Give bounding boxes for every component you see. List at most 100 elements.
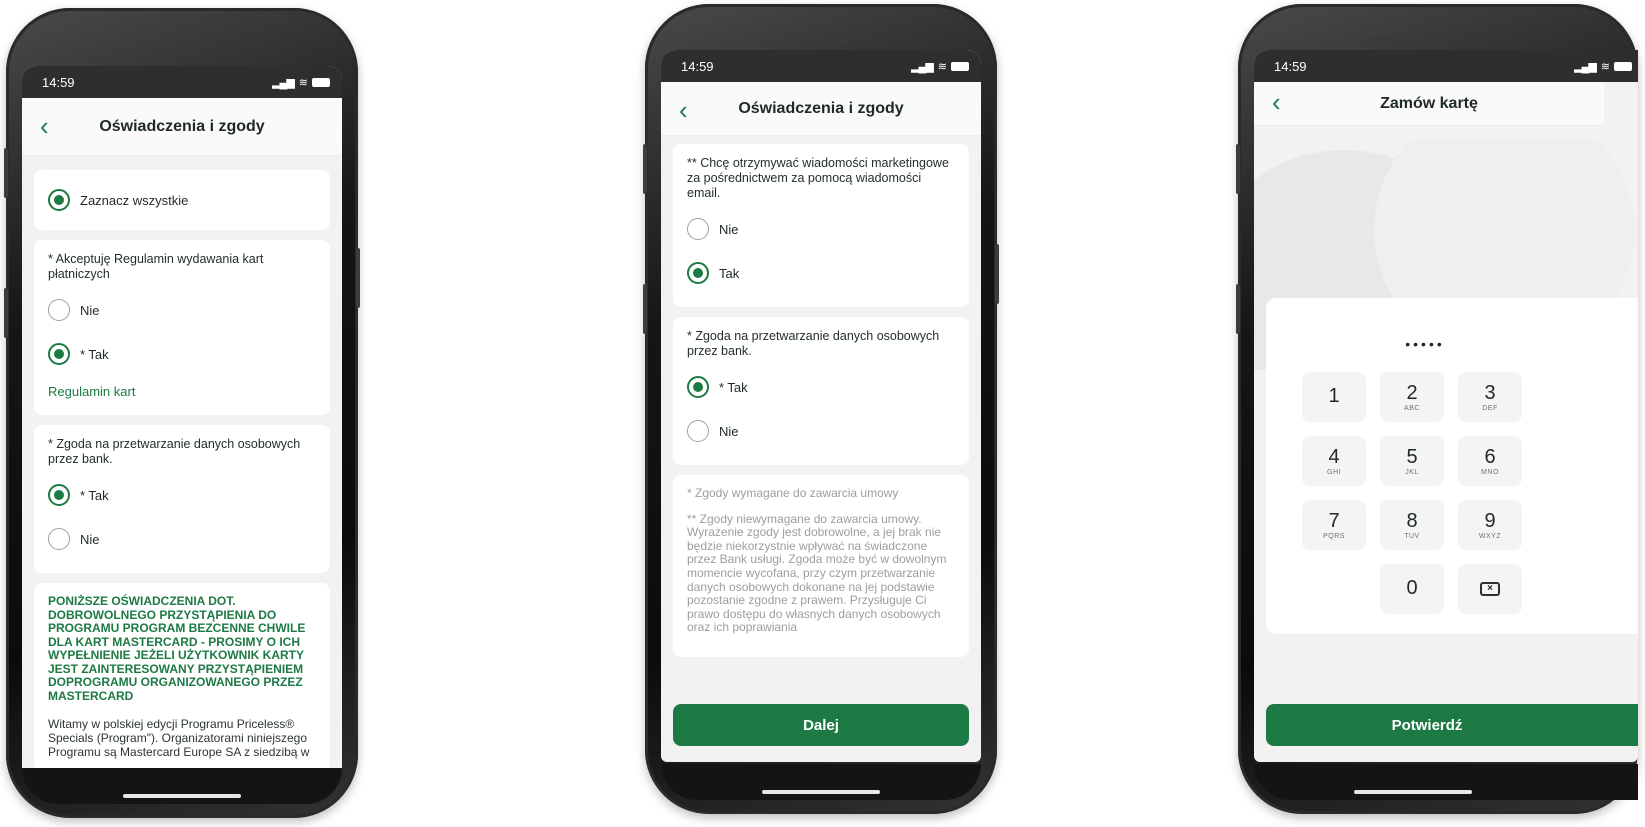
status-bar: 14:59 ▂▄▆ ≋ (1254, 50, 1638, 82)
signal-icon: ▂▄▆ (911, 60, 934, 73)
option-no[interactable]: Nie (48, 288, 316, 332)
signal-icon: ▂▄▆ (1574, 60, 1597, 73)
chevron-left-icon[interactable]: ‹ (679, 96, 688, 124)
option-label: Nie (80, 302, 100, 318)
option-yes[interactable]: * Tak (48, 473, 316, 517)
key-8[interactable]: 8 TUV (1380, 500, 1444, 550)
wifi-icon: ≋ (937, 60, 947, 73)
key-1[interactable]: 1 (1302, 372, 1366, 422)
screen: 14:59 ▂▄▆ ≋ ‹ Oświadczenia i zgody ** Chc… (661, 50, 981, 762)
nav-bar: ‹ Oświadczenia i zgody (22, 98, 342, 156)
page-title: Zamów kartę (1380, 94, 1478, 112)
data-processing-card: * Zgoda na przetwarzanie danych osobowyc… (673, 317, 969, 465)
option-no[interactable]: Nie (687, 207, 955, 251)
battery-icon (312, 77, 330, 87)
option-yes[interactable]: Tak (687, 251, 955, 295)
phone-chin (22, 768, 342, 804)
key-3[interactable]: 3 DEF (1458, 372, 1522, 422)
confirm-button[interactable]: Potwierdź (1266, 704, 1638, 746)
key-2[interactable]: 2 ABC (1380, 372, 1444, 422)
option-label: Tak (719, 265, 740, 281)
option-yes[interactable]: * Tak (48, 332, 316, 376)
chevron-left-icon[interactable]: ‹ (1272, 88, 1281, 116)
status-icons: ▂▄▆ ≋ (272, 76, 330, 89)
next-button[interactable]: Dalej (673, 704, 969, 746)
question-text: * Zgoda na przetwarzanie danych osobowyc… (687, 329, 940, 358)
wifi-icon: ≋ (1600, 60, 1610, 73)
question-text: * Akceptuję Regulamin wydawania kart pła… (48, 252, 264, 281)
radio-unchecked[interactable] (48, 528, 70, 550)
key-empty (1302, 564, 1366, 614)
side-button (356, 248, 360, 308)
radio-checked[interactable] (687, 376, 709, 398)
question-text: ** Chcę otrzymywać wiadomości marketingo… (687, 156, 949, 200)
wifi-icon: ≋ (298, 76, 308, 89)
speaker (1368, 38, 1422, 43)
home-indicator[interactable] (762, 790, 880, 794)
option-label: * Tak (80, 346, 109, 362)
signal-icon: ▂▄▆ (272, 76, 295, 89)
option-no[interactable]: Nie (48, 517, 316, 561)
page-title: Oświadczenia i zgody (99, 117, 265, 135)
radio-checked[interactable] (48, 484, 70, 506)
option-label: * Tak (719, 379, 748, 395)
consents-list: Zaznacz wszystkie * Akceptuję Regulamin … (22, 156, 342, 774)
home-indicator[interactable] (1354, 790, 1472, 794)
radio-unchecked[interactable] (48, 299, 70, 321)
phone-consents-2: 14:59 ▂▄▆ ≋ ‹ Oświadczenia i zgody ** Chc… (643, 4, 999, 814)
program-card: PONIŻSZE OŚWIADCZENIA DOT. DOBROWOLNEGO … (34, 583, 330, 771)
speaker (794, 38, 848, 43)
program-body: Witamy w polskiej edycji Programu Pricel… (48, 717, 310, 759)
key-9[interactable]: 9 WXYZ (1458, 500, 1522, 550)
pin-pad: ••••• 1 2 ABC 3 DEF 4 GHI 5 JKL 6 MNO 7 PQRS 8… (1266, 298, 1638, 634)
key-0[interactable]: 0 (1380, 564, 1444, 614)
backspace-icon: × (1480, 582, 1500, 596)
radio-checked[interactable] (48, 343, 70, 365)
phone-order-card-pin: 14:59 ▂▄▆ ≋ ‹ Zamów kartę ••••• 1 2 ABC 3D… (1236, 4, 1638, 814)
option-no[interactable]: Nie (687, 409, 955, 453)
page-title: Oświadczenia i zgody (738, 99, 904, 117)
select-all-card: Zaznacz wszystkie (34, 170, 330, 230)
nav-bar: ‹ Oświadczenia i zgody (661, 82, 981, 136)
notes-card: * Zgody wymagane do zawarcia umowy ** Zg… (673, 475, 969, 657)
chevron-left-icon[interactable]: ‹ (40, 112, 49, 140)
home-indicator[interactable] (123, 794, 241, 798)
status-bar: 14:59 ▂▄▆ ≋ (22, 66, 342, 98)
phone-chin (661, 764, 981, 800)
question-text: * Zgoda na przetwarzanie danych osobowyc… (48, 437, 301, 466)
side-button (1236, 144, 1240, 194)
data-processing-card: * Zgoda na przetwarzanie danych osobowyc… (34, 425, 330, 573)
required-note: * Zgody wymagane do zawarcia umowy (687, 486, 899, 500)
speaker (155, 42, 209, 47)
radio-checked[interactable] (687, 262, 709, 284)
option-yes[interactable]: * Tak (687, 365, 955, 409)
keypad: 1 2 ABC 3 DEF 4 GHI 5 JKL 6 MNO 7 PQRS 8 TUV 9W… (1266, 372, 1638, 614)
program-heading: PONIŻSZE OŚWIADCZENIA DOT. DOBROWOLNEGO … (48, 594, 306, 703)
side-button (4, 148, 8, 198)
status-bar: 14:59 ▂▄▆ ≋ (661, 50, 981, 82)
delete-key[interactable]: × (1458, 564, 1522, 614)
status-time: 14:59 (1274, 58, 1307, 74)
marketing-card: ** Chcę otrzymywać wiadomości marketingo… (673, 144, 969, 307)
side-button (995, 244, 999, 304)
option-label: Nie (80, 531, 100, 547)
key-5[interactable]: 5 JKL (1380, 436, 1444, 486)
battery-icon (1614, 61, 1632, 71)
radio-unchecked[interactable] (687, 420, 709, 442)
option-label: Zaznacz wszystkie (80, 192, 189, 208)
side-button (1236, 284, 1240, 334)
pin-dots: ••••• (1405, 336, 1445, 352)
side-button (4, 288, 8, 338)
terms-link[interactable]: Regulamin kart (48, 376, 316, 403)
key-7[interactable]: 7 PQRS (1302, 500, 1366, 550)
option-label: * Tak (80, 487, 109, 503)
side-button (643, 144, 647, 194)
select-all-option[interactable]: Zaznacz wszystkie (48, 178, 316, 222)
status-time: 14:59 (42, 74, 75, 90)
radio-unchecked[interactable] (687, 218, 709, 240)
key-4[interactable]: 4 GHI (1302, 436, 1366, 486)
status-time: 14:59 (681, 58, 714, 74)
radio-checked[interactable] (48, 189, 70, 211)
key-6[interactable]: 6 MNO (1458, 436, 1522, 486)
screen: 14:59 ▂▄▆ ≋ ‹ Zamów kartę ••••• 1 2 ABC 3D… (1254, 50, 1638, 762)
